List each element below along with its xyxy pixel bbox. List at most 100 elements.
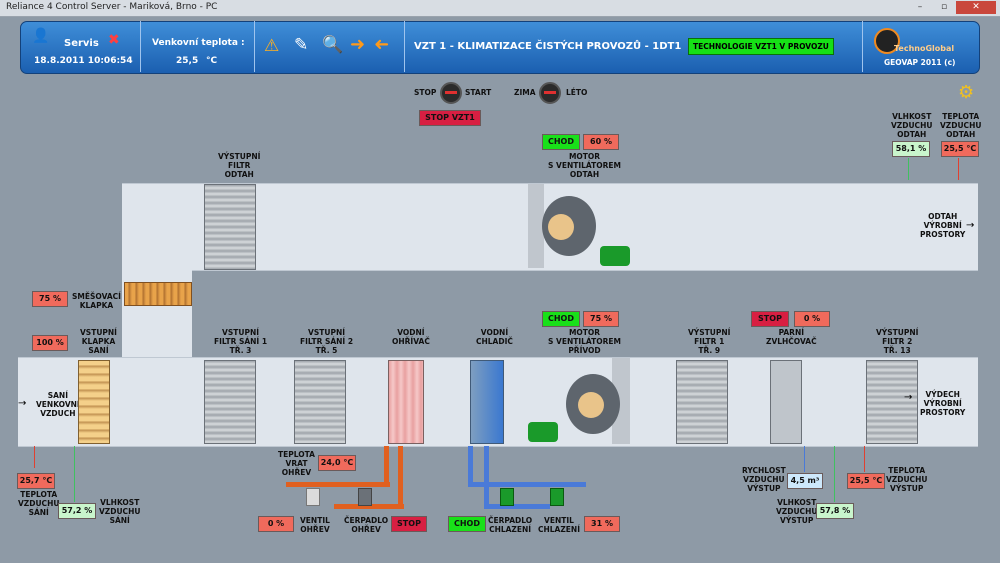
- heater-pipe: [384, 446, 389, 486]
- heating-valve-value: 0 %: [258, 516, 294, 532]
- exhaust-filter: [204, 184, 256, 270]
- water-cooler: [470, 360, 504, 444]
- intake-label: SANÍ VENKOVNÍ VZDUCH: [36, 391, 80, 418]
- output-humidity-label: VLHKOST VZDUCHU VÝSTUP: [776, 498, 818, 525]
- temp-sensor-line: [958, 158, 959, 180]
- intake-temp-value: 25,7 °C: [17, 473, 55, 489]
- exhaust-temp-label: TEPLOTA VZDUCHU ODTAH: [940, 112, 982, 139]
- heater-pipe: [286, 482, 390, 487]
- exhaust-motor-label: MOTOR S VENTILÁTOREM ODTAH: [548, 152, 621, 179]
- gear-icon[interactable]: ⚙: [958, 82, 974, 103]
- air-speed-value: 4,5 m³: [787, 473, 823, 489]
- speed-sensor-line: [804, 446, 805, 472]
- alarm-icon[interactable]: ⚠: [264, 36, 279, 56]
- exhaust-humidity-label: VLHKOST VZDUCHU ODTAH: [891, 112, 933, 139]
- heating-pump: [358, 488, 372, 506]
- exhaust-fan-rotor: [548, 214, 574, 240]
- intake-filter1: [204, 360, 256, 444]
- arrow-right-icon: →: [966, 220, 975, 231]
- supply-motor-value: 75 %: [583, 311, 619, 327]
- minimize-button[interactable]: –: [908, 1, 932, 14]
- logo-text: TechnoGlobal: [894, 44, 955, 53]
- mixing-damper-label: SMĚŠOVACÍ KLAPKA: [72, 292, 121, 310]
- start-stop-switch[interactable]: [440, 82, 462, 104]
- intake-filter2-label: VSTUPNÍ FILTR SÁNÍ 2 TŘ. 5: [300, 328, 354, 355]
- air-speed-label: RYCHLOST VZDUCHU VÝSTUP: [742, 466, 786, 493]
- intake-humidity-label: VLHKOST VZDUCHU SÁNÍ: [99, 498, 141, 525]
- close-button[interactable]: ✕: [956, 1, 996, 14]
- supply-motor-status: CHOD: [542, 311, 580, 327]
- arrow-right-icon[interactable]: ➜: [350, 34, 365, 55]
- intake-temp-label: TEPLOTA VZDUCHU SÁNÍ: [18, 490, 60, 517]
- heating-pump-status: STOP: [391, 516, 427, 532]
- user-name: Servis: [64, 38, 99, 49]
- intake-temp-line: [34, 446, 35, 468]
- exhaust-motor: [600, 246, 630, 266]
- search-icon[interactable]: 🔍: [322, 35, 343, 55]
- window-title: Reliance 4 Control Server - Mariková, Br…: [6, 2, 218, 12]
- mixing-damper-value: 75 %: [32, 291, 68, 307]
- logout-icon[interactable]: ✖: [108, 32, 120, 48]
- heating-pump-label: ČERPADLO OHŘEV: [344, 516, 389, 534]
- user-icon[interactable]: 👤: [32, 28, 49, 44]
- intake-filter2: [294, 360, 346, 444]
- start-label: START: [465, 88, 492, 97]
- edit-icon[interactable]: ✎: [294, 35, 308, 55]
- supply-fan-rotor: [578, 392, 604, 418]
- arrow-right-icon: →: [904, 392, 913, 403]
- output-humidity-value: 57,8 %: [816, 503, 854, 519]
- stop-vzt-button[interactable]: STOP VZT1: [419, 110, 481, 126]
- season-switch[interactable]: [539, 82, 561, 104]
- supply-motor-label: MOTOR S VENTILÁTOREM PŘÍVOD: [548, 328, 621, 355]
- cooling-pump: [500, 488, 514, 506]
- leto-label: LÉTO: [566, 88, 588, 97]
- supply-motor: [528, 422, 558, 442]
- return-temp-value: 24,0 °C: [318, 455, 356, 471]
- maximize-button[interactable]: ▫: [932, 1, 956, 14]
- cooler-pipe: [484, 504, 550, 509]
- intake-damper: [78, 360, 110, 444]
- cooling-valve: [550, 488, 564, 506]
- humidity-sensor-line: [908, 158, 909, 180]
- outdoor-temp-value: 25,5: [176, 56, 199, 66]
- heater-label: VODNÍ OHŘÍVAČ: [392, 328, 430, 346]
- intake-filter1-label: VSTUPNÍ FILTR SÁNÍ 1 TŘ. 3: [214, 328, 268, 355]
- output-filter1: [676, 360, 728, 444]
- header-separator: [862, 21, 863, 72]
- humidifier-status: STOP: [751, 311, 789, 327]
- output-humidity-line: [834, 446, 835, 502]
- outdoor-temp-label: Venkovní teplota :: [152, 38, 245, 48]
- output-filter2-label: VÝSTUPNÍ FILTR 2 TŘ. 13: [876, 328, 919, 355]
- output-temp-label: TEPLOTA VZDUCHU VÝSTUP: [886, 466, 928, 493]
- cooler-pipe: [468, 446, 473, 486]
- cooling-pump-label: ČERPADLO CHLAZENÍ: [488, 516, 533, 534]
- stop-label: STOP: [414, 88, 437, 97]
- exhaust-motor-value: 60 %: [583, 134, 619, 150]
- outlet-label: VÝDECH VÝROBNÍ PROSTORY: [920, 390, 966, 417]
- humidifier-label: PARNÍ ZVLHČOVAČ: [766, 328, 817, 346]
- water-heater: [388, 360, 424, 444]
- intake-humidity-line: [74, 446, 75, 502]
- heating-valve: [306, 488, 320, 506]
- output-filter1-label: VÝSTUPNÍ FILTR 1 TŘ. 9: [688, 328, 731, 355]
- exhaust-outlet-label: ODTAH VÝROBNÍ PROSTORY: [920, 212, 966, 239]
- exhaust-filter-label: VÝSTUPNÍ FILTR ODTAH: [218, 152, 261, 179]
- exhaust-humidity-value: 58,1 %: [892, 141, 930, 157]
- cooling-status: CHOD: [448, 516, 486, 532]
- intake-humidity-value: 57,2 %: [58, 503, 96, 519]
- exhaust-temp-value: 25,5 °C: [941, 141, 979, 157]
- copyright: GEOVAP 2011 (c): [884, 58, 956, 67]
- intake-damper-label: VSTUPNÍ KLAPKA SANÍ: [80, 328, 117, 355]
- cooler-pipe: [468, 482, 586, 487]
- zima-label: ZIMA: [514, 88, 536, 97]
- heater-pipe: [398, 446, 403, 508]
- datetime: 18.8.2011 10:06:54: [34, 56, 133, 66]
- cooler-pipe: [484, 446, 489, 508]
- cooler-label: VODNÍ CHLADIČ: [476, 328, 513, 346]
- header-separator: [140, 21, 141, 72]
- arrow-left-icon[interactable]: ➜: [374, 34, 389, 55]
- page-title: VZT 1 - KLIMATIZACE ČISTÝCH PROVOZŮ - 1D…: [414, 41, 682, 52]
- header-separator: [404, 21, 405, 72]
- arrow-right-icon: →: [18, 398, 27, 409]
- humidifier-value: 0 %: [794, 311, 830, 327]
